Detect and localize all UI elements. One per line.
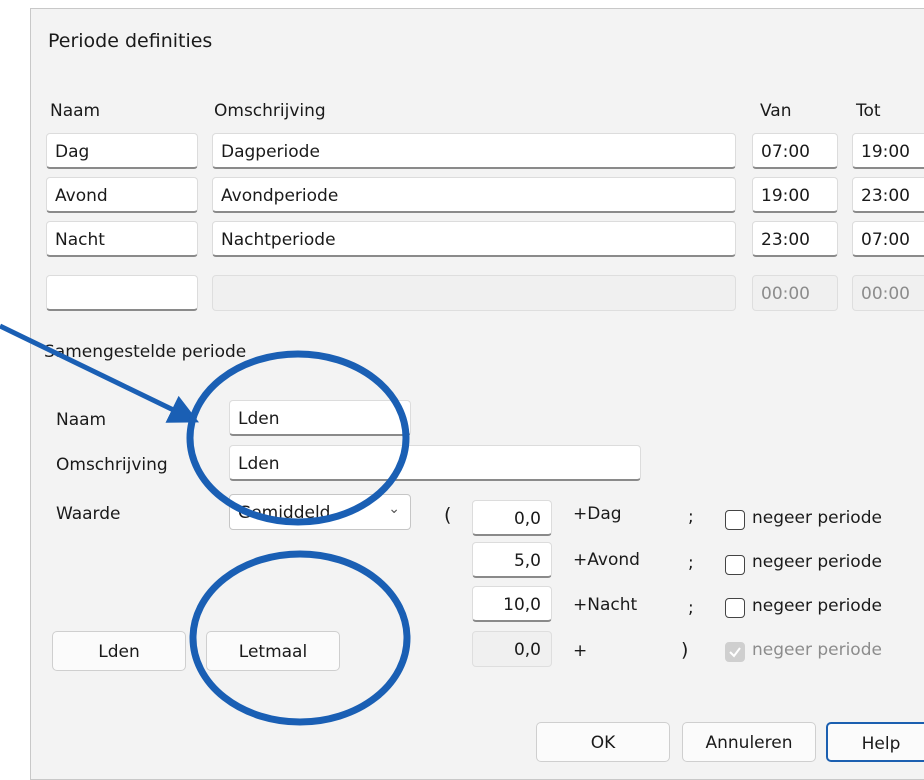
column-header-name: Naam bbox=[50, 101, 101, 121]
close-parenthesis: ) bbox=[681, 639, 689, 661]
term-separator: ; bbox=[688, 553, 694, 573]
period-from-field: 00:00 bbox=[752, 275, 838, 311]
period-from-field[interactable]: 07:00 bbox=[752, 133, 838, 169]
column-header-to: Tot bbox=[856, 101, 881, 121]
composite-section-label: Samengestelde periode bbox=[44, 342, 247, 362]
chevron-down-icon: ⌄ bbox=[388, 501, 400, 517]
period-to-field[interactable]: 07:00 bbox=[852, 221, 924, 257]
period-description-field[interactable]: Avondperiode bbox=[212, 177, 736, 213]
term-label: + bbox=[573, 641, 588, 661]
composite-value-label: Waarde bbox=[56, 504, 121, 524]
ignore-period-label: negeer periode bbox=[752, 640, 882, 660]
ignore-period-label[interactable]: negeer periode bbox=[752, 552, 882, 572]
letmaal-button[interactable]: Letmaal bbox=[206, 631, 340, 671]
open-parenthesis: ( bbox=[444, 504, 452, 526]
composite-name-label: Naam bbox=[56, 410, 107, 430]
period-description-field[interactable]: Nachtperiode bbox=[212, 221, 736, 257]
period-to-field[interactable]: 23:00 bbox=[852, 177, 924, 213]
column-header-from: Van bbox=[760, 101, 792, 121]
ok-button[interactable]: OK bbox=[536, 722, 670, 762]
composite-name-field[interactable]: Lden bbox=[229, 400, 411, 436]
column-header-description: Omschrijving bbox=[214, 101, 326, 121]
term-label: +Avond bbox=[573, 550, 640, 570]
period-description-field bbox=[212, 275, 736, 311]
composite-description-field[interactable]: Lden bbox=[229, 445, 641, 481]
lden-button[interactable]: Lden bbox=[52, 631, 186, 671]
dialog-title: Periode definities bbox=[48, 30, 213, 52]
term-label: +Dag bbox=[573, 504, 622, 524]
ignore-period-label[interactable]: negeer periode bbox=[752, 596, 882, 616]
ignore-period-label[interactable]: negeer periode bbox=[752, 508, 882, 528]
value-method-select[interactable]: Gemiddeld ⌄ bbox=[229, 494, 411, 530]
weight-field[interactable]: 10,0 bbox=[472, 586, 552, 622]
ignore-period-checkbox[interactable] bbox=[725, 555, 745, 575]
period-name-field[interactable]: Dag bbox=[46, 133, 198, 169]
term-separator: ; bbox=[688, 507, 694, 527]
period-to-field[interactable]: 19:00 bbox=[852, 133, 924, 169]
period-description-field[interactable]: Dagperiode bbox=[212, 133, 736, 169]
cancel-button[interactable]: Annuleren bbox=[682, 722, 816, 762]
help-button[interactable]: Help bbox=[826, 722, 924, 762]
weight-field[interactable]: 5,0 bbox=[472, 542, 552, 578]
weight-field[interactable]: 0,0 bbox=[472, 500, 552, 536]
period-to-field: 00:00 bbox=[852, 275, 924, 311]
period-name-field[interactable]: Avond bbox=[46, 177, 198, 213]
period-name-field[interactable]: Nacht bbox=[46, 221, 198, 257]
checkmark-icon bbox=[729, 647, 741, 658]
ignore-period-checkbox bbox=[725, 642, 745, 662]
weight-field: 0,0 bbox=[472, 631, 552, 667]
term-label: +Nacht bbox=[573, 595, 638, 615]
period-from-field[interactable]: 23:00 bbox=[752, 221, 838, 257]
period-from-field[interactable]: 19:00 bbox=[752, 177, 838, 213]
ignore-period-checkbox[interactable] bbox=[725, 598, 745, 618]
composite-description-label: Omschrijving bbox=[56, 455, 168, 475]
period-name-field[interactable] bbox=[46, 275, 198, 311]
ignore-period-checkbox[interactable] bbox=[725, 510, 745, 530]
value-method-selected: Gemiddeld bbox=[238, 503, 331, 523]
term-separator: ; bbox=[688, 598, 694, 618]
